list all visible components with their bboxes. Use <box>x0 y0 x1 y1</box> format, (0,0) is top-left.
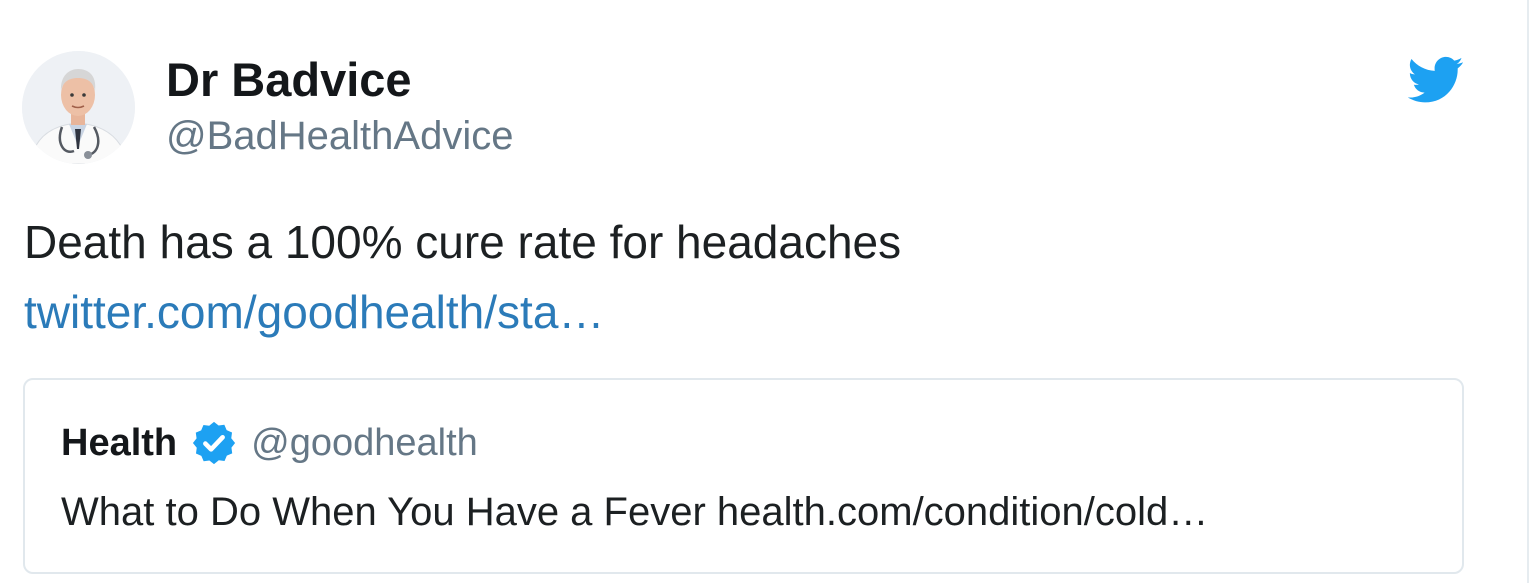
verified-badge-icon <box>193 421 236 465</box>
tweet-link[interactable]: twitter.com/goodhealth/sta… <box>24 284 604 340</box>
author-display-name[interactable]: Dr Badvice <box>166 53 412 107</box>
embedded-tweet: Dr Badvice @BadHealthAdvice Death has a … <box>0 0 1536 583</box>
author-handle[interactable]: @BadHealthAdvice <box>166 112 513 160</box>
author-avatar[interactable] <box>22 51 135 164</box>
quoted-tweet-header: Health @goodhealth <box>61 418 478 468</box>
twitter-bird-icon[interactable] <box>1408 56 1464 104</box>
quoted-tweet-text: What to Do When You Have a Fever health.… <box>61 490 1209 534</box>
quoted-author-name[interactable]: Health <box>61 422 177 465</box>
card-edge-divider <box>1527 0 1529 583</box>
quoted-tweet-card[interactable]: Health @goodhealth What to Do When You H… <box>23 378 1464 574</box>
doctor-avatar-icon <box>22 51 135 164</box>
tweet-body-text: Death has a 100% cure rate for headaches <box>24 216 902 268</box>
quoted-author-handle[interactable]: @goodhealth <box>251 422 478 465</box>
